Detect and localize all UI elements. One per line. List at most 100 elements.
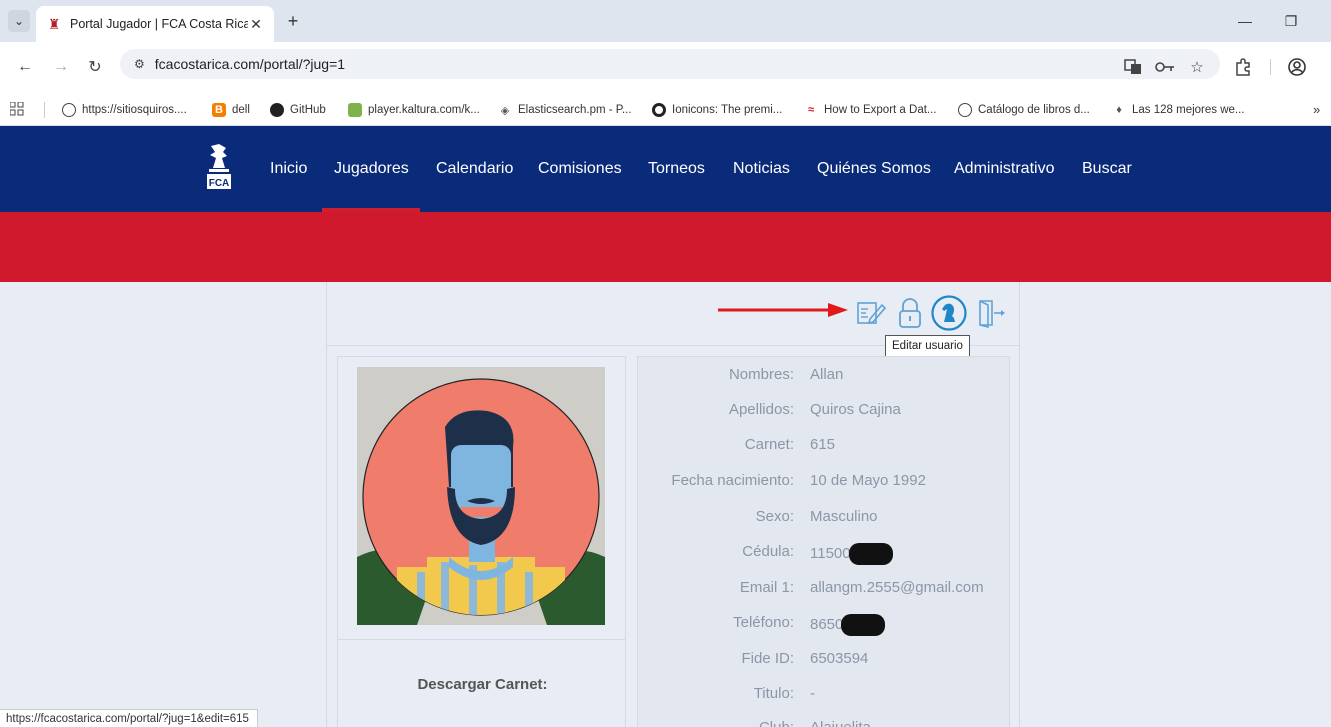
bookmark-label: Elasticsearch.pm - P... <box>518 104 632 116</box>
edit-user-icon[interactable] <box>856 296 886 330</box>
redaction-blob <box>848 543 893 565</box>
bookmark-item[interactable]: Catálogo de libros d... <box>958 100 1090 120</box>
field-label: Sexo: <box>755 508 794 525</box>
red-arrow-annotation <box>718 303 848 317</box>
bookmark-item[interactable]: ≈ How to Export a Dat... <box>804 100 937 120</box>
fca-logo-icon[interactable]: FCA <box>206 142 232 190</box>
player-info-card: Nombres: Allan Apellidos: Quiros Cajina … <box>637 356 1010 727</box>
bookmark-item[interactable]: B dell <box>212 100 250 120</box>
field-label: Teléfono: <box>733 614 794 631</box>
close-tab-icon[interactable]: ✕ <box>248 16 264 33</box>
github-icon <box>270 103 284 117</box>
field-label: Nombres: <box>728 366 794 383</box>
apps-grid-icon[interactable] <box>9 101 24 119</box>
nav-quienes-somos[interactable]: Quiénes Somos <box>817 160 931 178</box>
field-value: Alajuelita <box>810 719 871 727</box>
browser-tab[interactable]: ♜ Portal Jugador | FCA Costa Rica ✕ <box>36 6 274 42</box>
info-row-telefono: Teléfono: 8650 <box>638 614 1011 638</box>
blogger-icon: B <box>212 103 226 117</box>
extensions-puzzle-icon[interactable] <box>1232 56 1254 78</box>
bookmarks-bar: https://sitiosquiros.... B dell GitHub p… <box>0 94 1331 126</box>
field-value: 6503594 <box>810 650 869 667</box>
bookmark-item[interactable]: https://sitiosquiros.... <box>62 100 187 120</box>
info-row-titulo: Titulo: - <box>638 685 1011 709</box>
field-label: Fecha nacimiento: <box>671 472 794 489</box>
field-label: Carnet: <box>744 436 794 453</box>
nav-jugadores[interactable]: Jugadores <box>334 160 409 178</box>
ionicons-icon <box>652 103 666 117</box>
nav-inicio[interactable]: Inicio <box>270 160 307 178</box>
url-text: fcacostarica.com/portal/?jug=1 <box>154 56 346 72</box>
nav-administrativo[interactable]: Administrativo <box>954 160 1054 178</box>
kaltura-icon <box>348 103 362 117</box>
info-row-club: Club: Alajuelita <box>638 719 1011 727</box>
bookmarks-overflow-icon[interactable]: » <box>1313 102 1320 117</box>
forward-arrow-icon[interactable]: → <box>50 56 72 78</box>
field-value: 8650 <box>810 615 844 633</box>
player-avatar <box>357 367 605 625</box>
field-value: 10 de Mayo 1992 <box>810 472 926 489</box>
info-row-email: Email 1: allangm.2555@gmail.com <box>638 579 1011 603</box>
info-row-nombres: Nombres: Allan <box>638 366 1011 390</box>
logout-icon[interactable] <box>976 296 1006 330</box>
field-value: allangm.2555@gmail.com <box>810 579 984 596</box>
field-value: 615 <box>810 436 836 453</box>
profile-avatar-icon[interactable] <box>1286 56 1308 78</box>
url-omnibox[interactable]: ⚙ fcacostarica.com/portal/?jug=1 <box>120 49 1220 79</box>
bookmark-item[interactable]: Ionicons: The premi... <box>652 100 782 120</box>
bookmark-star-icon[interactable]: ☆ <box>1186 56 1208 78</box>
field-value: Quiros Cajina <box>810 401 901 418</box>
bookmark-item[interactable]: player.kaltura.com/k... <box>348 100 480 120</box>
nav-buscar[interactable]: Buscar <box>1082 160 1132 178</box>
nav-calendario[interactable]: Calendario <box>436 160 513 178</box>
field-label: Cédula: <box>742 543 794 560</box>
nav-torneos[interactable]: Torneos <box>648 160 705 178</box>
bookmark-item[interactable]: ◈ Elasticsearch.pm - P... <box>498 100 632 120</box>
field-label: Titulo: <box>753 685 794 702</box>
toolbar-divider <box>1270 59 1271 75</box>
status-bar-url: https://fcacostarica.com/portal/?jug=1&e… <box>0 709 258 727</box>
field-value: - <box>810 685 815 702</box>
globe-icon <box>958 103 972 117</box>
tab-title: Portal Jugador | FCA Costa Rica <box>70 17 248 31</box>
translate-icon[interactable] <box>1122 56 1144 78</box>
bookmark-label: Las 128 mejores we... <box>1132 104 1245 116</box>
field-label: Apellidos: <box>728 401 794 418</box>
redaction-blob <box>841 614 886 636</box>
reload-icon[interactable]: ↻ <box>84 56 106 78</box>
password-key-icon[interactable] <box>1154 56 1176 78</box>
site-navbar: FCA Inicio Jugadores Calendario Comision… <box>0 126 1331 212</box>
field-value-redacted: 11500 <box>810 543 893 565</box>
info-row-cedula: Cédula: 11500 <box>638 543 1011 567</box>
pinterest-icon: ♦ <box>1116 104 1122 116</box>
tab-search-chevron-icon[interactable]: ⌄ <box>8 10 30 32</box>
bookmark-item[interactable]: GitHub <box>270 100 326 120</box>
hero-red-band <box>0 212 1331 282</box>
lock-icon[interactable] <box>895 296 925 330</box>
knight-icon[interactable] <box>930 295 968 331</box>
site-info-icon[interactable]: ⚙ <box>134 57 145 71</box>
nav-comisiones[interactable]: Comisiones <box>538 160 622 178</box>
nav-noticias[interactable]: Noticias <box>733 160 790 178</box>
back-arrow-icon[interactable]: ← <box>14 56 36 78</box>
download-carnet-label[interactable]: Descargar Carnet: <box>338 676 627 693</box>
info-row-fecha-nacimiento: Fecha nacimiento: 10 de Mayo 1992 <box>638 472 1011 496</box>
fca-favicon-icon: ♜ <box>47 15 61 32</box>
bookmark-item[interactable]: ♦ Las 128 mejores we... <box>1112 100 1245 120</box>
minimize-icon[interactable]: — <box>1234 10 1256 32</box>
export-icon: ≈ <box>807 104 815 116</box>
bookmark-label: https://sitiosquiros.... <box>82 104 187 116</box>
edit-user-tooltip: Editar usuario <box>885 335 970 357</box>
bookmark-divider <box>44 102 45 118</box>
bookmark-label: player.kaltura.com/k... <box>368 104 480 116</box>
bookmark-label: Catálogo de libros d... <box>978 104 1090 116</box>
logo-text: FCA <box>209 178 230 189</box>
bookmark-label: dell <box>232 104 250 116</box>
new-tab-button[interactable]: + <box>282 10 304 32</box>
restore-window-icon[interactable]: ❐ <box>1280 10 1302 32</box>
bookmark-label: Ionicons: The premi... <box>672 104 783 116</box>
info-row-sexo: Sexo: Masculino <box>638 508 1011 532</box>
bookmark-label: GitHub <box>290 104 326 116</box>
field-value-redacted: 8650 <box>810 614 886 636</box>
field-value: Allan <box>810 366 844 383</box>
